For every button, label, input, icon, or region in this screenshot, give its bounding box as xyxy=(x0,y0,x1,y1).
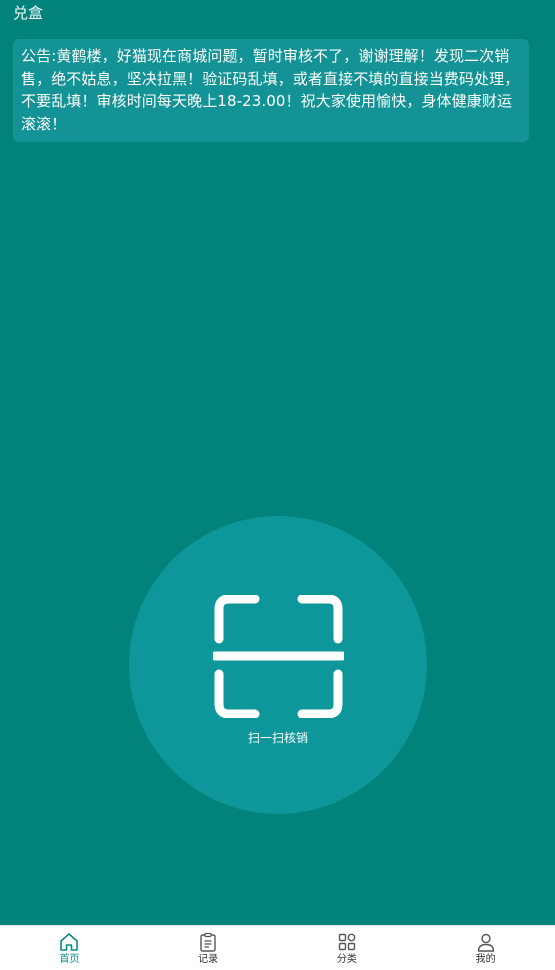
tab-category[interactable]: 分类 xyxy=(278,926,417,970)
scan-label: 扫一扫核销 xyxy=(247,731,308,745)
tab-home[interactable]: 首页 xyxy=(0,926,139,970)
home-icon xyxy=(60,933,79,951)
scan-icon xyxy=(213,595,344,718)
page-title: 兑盒 xyxy=(13,4,44,22)
user-icon xyxy=(477,933,494,952)
announcement-banner: 公告:黄鹤楼，好猫现在商城问题，暂时审核不了，谢谢理解！发现二次销售，绝不姑息，… xyxy=(13,39,529,142)
tab-profile[interactable]: 我的 xyxy=(416,926,555,970)
scan-button[interactable]: 扫一扫核销 xyxy=(129,516,427,814)
tab-records-label: 记录 xyxy=(198,954,219,965)
tab-records[interactable]: 记录 xyxy=(139,926,278,970)
clipboard-icon xyxy=(200,932,216,952)
tab-home-label: 首页 xyxy=(59,954,80,965)
announcement-text: 公告:黄鹤楼，好猫现在商城问题，暂时审核不了，谢谢理解！发现二次销售，绝不姑息，… xyxy=(21,47,520,133)
category-grid-icon xyxy=(338,933,356,951)
tab-profile-label: 我的 xyxy=(475,954,496,965)
tab-category-label: 分类 xyxy=(336,954,357,965)
bottom-tab-bar: 首页 记录 分类 我的 xyxy=(0,925,555,970)
